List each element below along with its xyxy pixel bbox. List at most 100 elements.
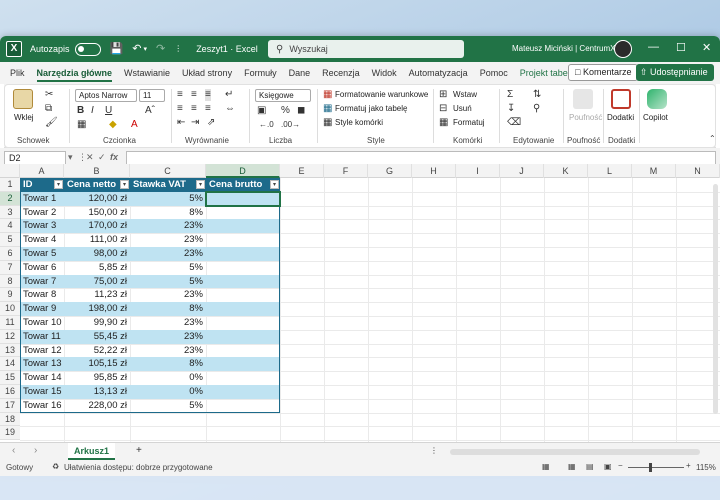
align-right-icon[interactable]: ≡ — [205, 103, 211, 115]
column-header[interactable]: D — [206, 164, 280, 178]
zoom-slider[interactable] — [628, 467, 684, 468]
undo-icon[interactable]: ↶ — [132, 43, 141, 55]
row-header[interactable]: 15 — [0, 371, 20, 385]
row-header[interactable]: 10 — [0, 302, 20, 316]
autosave-toggle[interactable] — [74, 42, 101, 56]
align-middle-icon[interactable]: ≡ — [191, 89, 197, 101]
tab-file[interactable]: Plik — [10, 62, 25, 84]
increase-decimal-icon[interactable]: ←.0 — [259, 119, 274, 131]
minimize-icon[interactable]: — — [648, 41, 659, 53]
fill-icon[interactable]: ↧ — [507, 103, 515, 115]
column-header[interactable]: M — [632, 164, 676, 178]
zoom-in-icon[interactable]: + — [686, 461, 691, 470]
align-bottom-icon[interactable]: ≡ — [205, 89, 211, 101]
sort-filter-icon[interactable]: ⇅ — [533, 89, 541, 101]
tab-formulas[interactable]: Formuły — [244, 62, 277, 84]
horizontal-scrollbar[interactable] — [450, 449, 700, 455]
column-header[interactable]: F — [324, 164, 368, 178]
column-header[interactable]: G — [368, 164, 412, 178]
row-header[interactable]: 12 — [0, 329, 20, 344]
find-select-icon[interactable]: ⚲ — [533, 103, 540, 115]
tab-help[interactable]: Pomoc — [480, 62, 508, 84]
number-format-select[interactable]: Księgowe — [255, 89, 311, 102]
zoom-slider-thumb[interactable] — [649, 463, 652, 472]
chevron-left-icon[interactable]: ‹ — [12, 445, 15, 457]
decrease-decimal-icon[interactable]: .00→ — [281, 119, 300, 131]
conditional-format-button[interactable]: Formatowanie warunkowe — [335, 89, 428, 101]
tab-automate[interactable]: Automatyzacja — [409, 62, 468, 84]
column-header[interactable]: I — [456, 164, 500, 178]
row-header[interactable]: 11 — [0, 316, 20, 330]
tab-home[interactable]: Narzędzia główne — [36, 62, 112, 84]
comments-button[interactable]: □ Komentarze — [568, 64, 639, 81]
user-name[interactable]: Mateusz Miciński | CentrumXP — [512, 44, 621, 53]
row-header[interactable]: 14 — [0, 357, 20, 372]
font-size-select[interactable]: 11 — [139, 89, 165, 102]
row-header[interactable]: 16 — [0, 385, 20, 399]
align-center-icon[interactable]: ≡ — [191, 103, 197, 115]
column-header[interactable]: B — [64, 164, 130, 178]
addins-icon[interactable] — [611, 89, 631, 109]
tab-view[interactable]: Widok — [372, 62, 397, 84]
confirm-entry-icon[interactable]: ✓ — [98, 152, 106, 163]
quick-access-more-icon[interactable]: ⋮ — [174, 45, 182, 53]
wrap-text-icon[interactable]: ↵ — [225, 89, 233, 101]
column-header[interactable]: L — [588, 164, 632, 178]
row-header[interactable]: 4 — [0, 219, 20, 234]
comma-style-icon[interactable]: ◼ — [297, 105, 305, 117]
sheet-tab-arkusz1[interactable]: Arkusz1 — [68, 443, 116, 460]
copilot-icon[interactable] — [647, 89, 667, 109]
dropdown-icon[interactable]: ▾ — [143, 46, 147, 53]
underline-icon[interactable]: U — [105, 105, 112, 117]
row-header[interactable]: 5 — [0, 233, 20, 247]
paste-label[interactable]: Wklej — [14, 112, 34, 124]
column-header[interactable]: A — [20, 164, 64, 178]
more-icon[interactable]: ⋮ — [430, 445, 438, 457]
active-cell-selection[interactable] — [205, 190, 281, 207]
clear-icon[interactable]: ⌫ — [507, 117, 521, 129]
borders-icon[interactable]: ▦ — [77, 119, 86, 131]
sensitivity-icon[interactable] — [573, 89, 593, 109]
tab-page-layout[interactable]: Układ strony — [182, 62, 232, 84]
align-left-icon[interactable]: ≡ — [177, 103, 183, 115]
row-header[interactable]: 13 — [0, 343, 20, 358]
tab-review[interactable]: Recenzja — [322, 62, 360, 84]
italic-icon[interactable]: I — [91, 105, 94, 117]
addins-button[interactable]: Dodatki — [607, 112, 634, 124]
row-header[interactable]: 18 — [0, 412, 20, 427]
insert-function-icon[interactable]: fx — [110, 152, 118, 162]
delete-cells-button[interactable]: Usuń — [453, 103, 472, 115]
autosum-icon[interactable]: Σ — [507, 89, 513, 101]
column-header[interactable]: N — [676, 164, 720, 178]
row-header[interactable]: 1 — [0, 178, 20, 192]
row-header[interactable]: 2 — [0, 191, 20, 206]
copilot-button[interactable]: Copilot — [643, 112, 668, 124]
cell-styles-button[interactable]: Style komórki — [335, 117, 383, 129]
redo-icon[interactable]: ↷ — [156, 43, 165, 55]
format-as-table-button[interactable]: Formatuj jako tabelę — [335, 103, 407, 115]
insert-cells-button[interactable]: Wstaw — [453, 89, 477, 101]
row-header[interactable]: 3 — [0, 205, 20, 220]
font-name-select[interactable]: Aptos Narrow — [75, 89, 137, 102]
orientation-icon[interactable]: ⇗ — [207, 117, 215, 129]
merge-center-icon[interactable]: ⇔ — [225, 103, 235, 115]
share-button[interactable]: ⇧ Udostępnianie ▾ — [636, 64, 714, 94]
tab-table-design[interactable]: Projekt tabeli — [520, 62, 572, 84]
column-header[interactable]: J — [500, 164, 544, 178]
font-grow-icon[interactable]: Aˆ — [145, 105, 155, 117]
row-header[interactable]: 17 — [0, 398, 20, 413]
chevron-down-icon[interactable]: ▾ — [68, 152, 73, 163]
column-header[interactable]: C — [130, 164, 206, 178]
font-color-icon[interactable]: A — [131, 119, 138, 131]
currency-icon[interactable]: ▣ — [257, 105, 266, 117]
paste-icon[interactable] — [13, 89, 33, 109]
select-all-corner[interactable] — [0, 164, 20, 178]
format-cells-button[interactable]: Formatuj — [453, 117, 485, 129]
sensitivity-button[interactable]: Poufność — [569, 112, 602, 124]
zoom-out-icon[interactable]: − — [618, 461, 623, 470]
save-icon[interactable]: 💾 — [110, 43, 124, 55]
percent-icon[interactable]: % — [281, 105, 290, 117]
cancel-entry-icon[interactable]: ✕ — [86, 152, 94, 163]
indent-increase-icon[interactable]: ⇥ — [191, 117, 199, 129]
close-icon[interactable]: ✕ — [702, 41, 711, 54]
